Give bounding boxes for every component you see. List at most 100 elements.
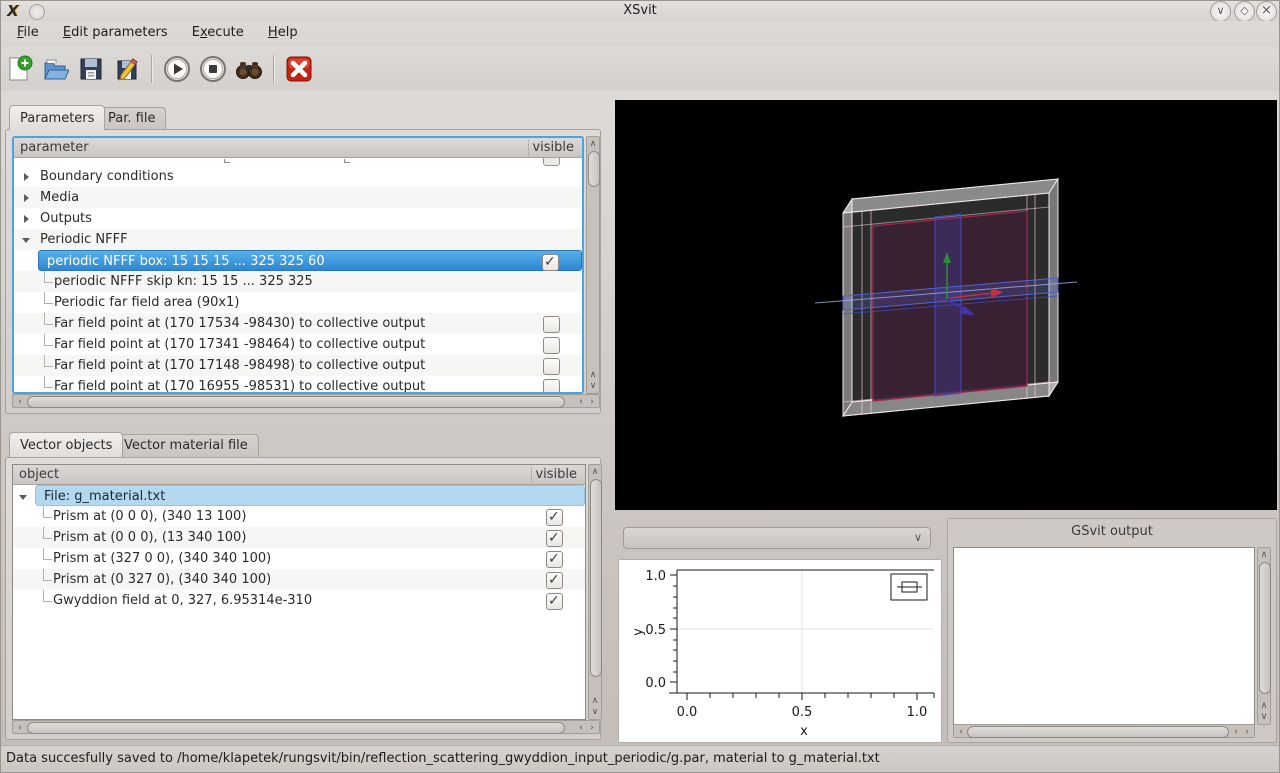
viewport-3d[interactable] bbox=[615, 100, 1277, 510]
maximize-button[interactable] bbox=[1234, 1, 1255, 22]
tree-row[interactable]: Far field point at (170 17341 -98464) to… bbox=[14, 334, 582, 355]
scroll-up-icon[interactable]: ∧ bbox=[1258, 701, 1270, 711]
objects-hscrollbar[interactable]: ‹ ‹ › bbox=[12, 720, 600, 734]
tree-row[interactable]: Boundary conditions bbox=[14, 166, 582, 187]
menu-help[interactable]: Help bbox=[258, 21, 308, 45]
scroll-right-icon[interactable]: › bbox=[586, 723, 598, 733]
scroll-up-icon[interactable]: ∧ bbox=[587, 139, 599, 149]
scroll-left-icon[interactable]: ‹ bbox=[14, 723, 26, 733]
scroll-thumb[interactable] bbox=[27, 396, 565, 408]
tree-row[interactable]: Prism at (0 0 0), (13 340 100) bbox=[13, 527, 585, 548]
parameters-hscrollbar[interactable]: ‹ ‹ › bbox=[12, 394, 600, 408]
column-separator[interactable] bbox=[528, 140, 530, 155]
output-text-area[interactable] bbox=[953, 547, 1255, 725]
expander-icon[interactable] bbox=[19, 486, 31, 507]
view-selector-combobox[interactable]: ∨ bbox=[623, 527, 931, 549]
titlebar: X XSvit bbox=[1, 1, 1279, 21]
save-as-icon bbox=[113, 55, 141, 83]
visibility-checkbox[interactable] bbox=[546, 593, 563, 610]
close-button[interactable] bbox=[1256, 1, 1277, 22]
open-file-button[interactable] bbox=[38, 52, 72, 86]
parameters-tree: parameter visible Boundary conditions Me… bbox=[12, 136, 584, 394]
open-file-icon bbox=[41, 55, 69, 83]
scroll-up-icon[interactable]: ∧ bbox=[589, 696, 601, 706]
visibility-checkbox[interactable] bbox=[546, 509, 563, 526]
scroll-up-icon[interactable]: ∧ bbox=[589, 467, 601, 477]
tab-parameters[interactable]: Parameters bbox=[9, 105, 105, 130]
scroll-right-icon[interactable]: › bbox=[1241, 727, 1253, 737]
scroll-down-icon[interactable]: ∨ bbox=[589, 707, 601, 717]
column-header-visible[interactable]: visible bbox=[532, 140, 574, 155]
scroll-thumb[interactable] bbox=[588, 151, 600, 187]
tree-row[interactable]: Gwyddion field at 0, 327, 6.95314e-310 bbox=[13, 590, 585, 611]
tree-row[interactable]: File: g_material.txt bbox=[35, 485, 585, 506]
tree-row[interactable]: Media bbox=[14, 187, 582, 208]
tree-row[interactable]: Periodic far field area (90x1) bbox=[14, 292, 582, 313]
tree-row[interactable]: Far field point at (170 17534 -98430) to… bbox=[14, 313, 582, 334]
visibility-checkbox[interactable] bbox=[543, 379, 560, 392]
tree-connector bbox=[43, 569, 52, 581]
plot-key-button[interactable] bbox=[891, 574, 927, 600]
scroll-thumb[interactable] bbox=[1259, 562, 1271, 694]
save-button[interactable] bbox=[74, 52, 108, 86]
tree-row[interactable]: Periodic NFFF bbox=[14, 229, 582, 250]
visibility-checkbox[interactable] bbox=[546, 530, 563, 547]
scroll-left-icon[interactable]: ‹ bbox=[14, 397, 26, 407]
tree-row[interactable]: Outputs bbox=[14, 208, 582, 229]
tree-row[interactable]: Prism at (0 327 0), (340 340 100) bbox=[13, 569, 585, 590]
column-separator[interactable] bbox=[531, 467, 533, 482]
scroll-thumb[interactable] bbox=[590, 479, 602, 677]
output-hscrollbar[interactable]: ‹ ‹ › bbox=[953, 724, 1255, 738]
tree-row[interactable]: Far field point at (170 16955 -98531) to… bbox=[14, 376, 582, 392]
scroll-down-icon[interactable]: ∨ bbox=[1258, 712, 1270, 722]
objects-vscrollbar[interactable]: ∧ ∧ ∨ bbox=[588, 464, 602, 720]
visibility-checkbox[interactable] bbox=[543, 337, 560, 354]
menu-execute[interactable]: Execute bbox=[182, 21, 254, 45]
expander-icon[interactable] bbox=[22, 187, 34, 208]
expander-icon[interactable] bbox=[22, 166, 34, 187]
column-header-parameter[interactable]: parameter bbox=[20, 140, 89, 155]
visibility-checkbox[interactable] bbox=[543, 358, 560, 375]
expander-icon[interactable] bbox=[22, 229, 34, 250]
stop-button[interactable] bbox=[196, 52, 230, 86]
column-header-visible[interactable]: visible bbox=[535, 467, 577, 482]
scroll-up-icon[interactable]: ∧ bbox=[587, 370, 599, 380]
visibility-checkbox[interactable] bbox=[546, 551, 563, 568]
scene-3d bbox=[615, 100, 1277, 510]
parameters-vscrollbar[interactable]: ∧ ∧ ∨ bbox=[586, 136, 600, 394]
visibility-checkbox[interactable] bbox=[542, 254, 559, 271]
tab-par-file[interactable]: Par. file bbox=[97, 107, 166, 130]
visibility-checkbox[interactable] bbox=[543, 316, 560, 333]
scroll-down-icon[interactable]: ∨ bbox=[587, 381, 599, 391]
scroll-up-icon[interactable]: ∧ bbox=[1258, 550, 1270, 560]
y-tick-label: 0.5 bbox=[645, 623, 666, 638]
tree-row[interactable]: periodic NFFF box: 15 15 15 ... 325 325 … bbox=[38, 250, 582, 271]
tree-row[interactable]: periodic NFFF skip kn: 15 15 ... 325 325 bbox=[14, 271, 582, 292]
menu-file[interactable]: File bbox=[7, 21, 49, 45]
tree-row[interactable]: Prism at (0 0 0), (340 13 100) bbox=[13, 506, 585, 527]
scroll-left-icon[interactable]: ‹ bbox=[955, 727, 967, 737]
tree-row[interactable]: Far field point at (170 17148 -98498) to… bbox=[14, 355, 582, 376]
scroll-thumb[interactable] bbox=[967, 726, 1229, 738]
preview-button[interactable] bbox=[232, 52, 266, 86]
expander-icon[interactable] bbox=[22, 208, 34, 229]
quit-button[interactable] bbox=[282, 52, 316, 86]
column-header-object[interactable]: object bbox=[19, 467, 59, 482]
y-tick-label: 1.0 bbox=[645, 569, 666, 584]
parameters-rows: Boundary conditions Media Outputs Period… bbox=[14, 158, 582, 392]
tab-vector-objects[interactable]: Vector objects bbox=[9, 432, 123, 457]
tree-row[interactable]: Prism at (327 0 0), (340 340 100) bbox=[13, 548, 585, 569]
new-file-button[interactable] bbox=[2, 52, 36, 86]
scroll-thumb[interactable] bbox=[27, 722, 565, 734]
run-button[interactable] bbox=[160, 52, 194, 86]
parameters-panel: parameter visible Boundary conditions Me… bbox=[5, 129, 601, 414]
visibility-checkbox[interactable] bbox=[546, 572, 563, 589]
tab-vector-material-file[interactable]: Vector material file bbox=[113, 434, 259, 457]
output-vscrollbar[interactable]: ∧ ∧ ∨ bbox=[1257, 547, 1271, 725]
minimize-button[interactable] bbox=[1210, 1, 1231, 22]
scroll-right-icon[interactable]: › bbox=[586, 397, 598, 407]
farfield-plot[interactable]: 1.0 0.5 0.0 0.0 0.5 1.0 y x bbox=[618, 559, 942, 743]
tree-connector bbox=[43, 590, 52, 602]
menu-edit-parameters[interactable]: Edit parameters bbox=[53, 21, 178, 45]
save-as-button[interactable] bbox=[110, 52, 144, 86]
